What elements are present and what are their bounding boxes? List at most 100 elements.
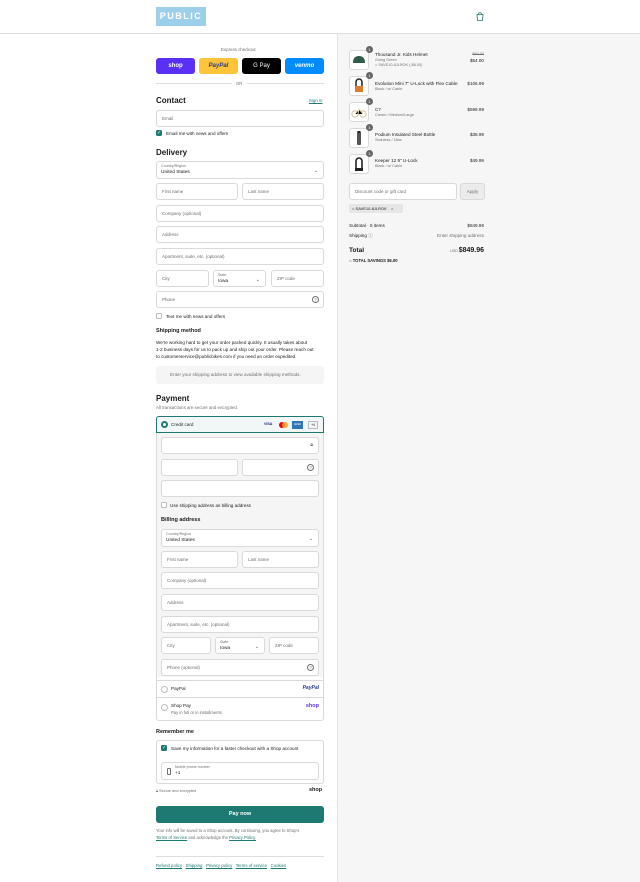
cart-item-variant: Cream / Medium/Large: [375, 113, 414, 117]
billing-first-name-field[interactable]: First name: [161, 551, 238, 568]
shipping-note-line: We're working hard to get your order pac…: [156, 340, 308, 345]
shipping-note-line: to customerservice@publicbikes.com if yo…: [156, 354, 297, 359]
help-icon[interactable]: ?: [307, 664, 314, 671]
billing-phone-field[interactable]: Phone (optional) ?: [161, 659, 319, 676]
state-select[interactable]: State Iowa ⌄: [213, 270, 266, 287]
currency-code: USD: [450, 249, 459, 253]
cart-item-name: C7: [375, 107, 381, 112]
shipping-value: Enter shipping address: [437, 233, 484, 238]
product-image-keeper-lock: [349, 154, 369, 174]
tag-icon: ⌂: [352, 206, 355, 211]
billing-address-heading: Billing address: [161, 517, 201, 523]
email-news-checkbox[interactable]: ✓: [156, 130, 162, 136]
venmo-button[interactable]: venmo: [285, 58, 324, 74]
paypal-option[interactable]: PayPal PayPal: [157, 680, 323, 697]
help-icon: ⓘ: [368, 233, 373, 238]
privacy-policy-link[interactable]: Privacy policy: [206, 863, 232, 868]
delivery-heading: Delivery: [156, 148, 188, 157]
discount-code-field[interactable]: Discount code or gift card: [349, 183, 457, 200]
credit-card-option[interactable]: Credit card VISA AMEX +4: [156, 416, 324, 433]
shop-logo: shop: [309, 787, 323, 793]
product-image-ulock: [349, 76, 369, 96]
shopping-bag-icon[interactable]: [476, 12, 484, 21]
divider: [247, 83, 324, 84]
first-name-field[interactable]: First name: [156, 183, 238, 200]
email-news-label: Email me with news and offers: [166, 131, 229, 136]
address-field[interactable]: Address: [156, 226, 324, 243]
remove-discount-icon[interactable]: ×: [391, 206, 393, 211]
more-cards-badge: +4: [308, 421, 318, 429]
cart-item-variant: Going Green: [375, 58, 397, 62]
divider: [156, 83, 232, 84]
shop-pay-button[interactable]: shop: [156, 58, 195, 74]
pay-now-button[interactable]: Pay now: [156, 806, 324, 823]
radio-icon: [161, 686, 168, 693]
chevron-down-icon: ⌄: [313, 168, 318, 174]
billing-last-name-field[interactable]: Last name: [242, 551, 319, 568]
store-logo[interactable]: PUBLIC: [156, 7, 206, 26]
legal-text-line: Terms of Service and acknowledge the Pri…: [156, 835, 257, 840]
city-field[interactable]: City: [156, 270, 209, 287]
cart-item-variant: Black / w/ Cable: [375, 87, 403, 91]
paypal-logo: PayPal: [302, 685, 319, 691]
payment-subtitle: All transactions are secure and encrypte…: [156, 405, 239, 410]
terms-of-service-link[interactable]: Terms of service: [236, 863, 267, 868]
country-select[interactable]: Country/Region United States ⌄: [156, 161, 324, 179]
google-pay-button[interactable]: G Pay: [242, 58, 281, 74]
card-number-field[interactable]: 🔒︎: [161, 437, 319, 454]
billing-zip-field[interactable]: ZIP code: [269, 637, 319, 654]
text-news-checkbox[interactable]: [156, 313, 162, 319]
cart-item-price: $106.99: [467, 81, 484, 86]
privacy-policy-link[interactable]: Privacy Policy.: [229, 835, 256, 840]
paypal-button[interactable]: PayPal: [199, 58, 238, 74]
radio-selected-icon: [161, 421, 168, 428]
cart-item-name: Evolution Mini 7" U-Lock with Flex Cable: [375, 81, 458, 86]
shipping-methods-placeholder: Enter your shipping address to view avai…: [156, 366, 324, 384]
cart-item-name: Keeper 12 9" U-Lock: [375, 158, 418, 163]
expiration-field[interactable]: [161, 459, 238, 476]
amex-icon: AMEX: [292, 421, 303, 429]
express-checkout-title: Express checkout: [221, 47, 256, 52]
header: PUBLIC: [0, 0, 640, 34]
sign-in-link[interactable]: Sign in: [309, 98, 322, 103]
terms-of-service-link[interactable]: Terms of Service: [156, 835, 187, 840]
security-code-field[interactable]: ?: [242, 459, 319, 476]
apartment-field[interactable]: Apartment, suite, etc. (optional): [156, 248, 324, 265]
zip-field[interactable]: ZIP code: [271, 270, 324, 287]
help-icon[interactable]: ?: [307, 464, 314, 471]
mobile-phone-field[interactable]: Mobile phone number +1: [161, 762, 319, 780]
phone-field[interactable]: Phone ?: [156, 291, 324, 308]
billing-city-field[interactable]: City: [161, 637, 211, 654]
quantity-badge: 1: [366, 46, 373, 53]
save-info-checkbox[interactable]: ✓: [161, 745, 167, 751]
billing-country-select[interactable]: Country/Region United States ⌄: [161, 529, 319, 547]
tag-icon: ⌂: [375, 63, 378, 67]
quantity-badge: 1: [366, 72, 373, 79]
chevron-down-icon: ⌄: [255, 277, 260, 283]
email-field[interactable]: Email: [156, 110, 324, 127]
company-field[interactable]: Company (optional): [156, 205, 324, 222]
use-shipping-checkbox[interactable]: [161, 502, 167, 508]
name-on-card-field[interactable]: [161, 480, 319, 497]
help-icon[interactable]: ?: [312, 296, 319, 303]
shipping-link[interactable]: Shipping: [186, 863, 203, 868]
shipping-method-heading: Shipping method: [156, 328, 201, 334]
billing-apartment-field[interactable]: Apartment, suite, etc. (optional): [161, 616, 319, 633]
billing-address-field[interactable]: Address: [161, 594, 319, 611]
contact-heading: Contact: [156, 96, 186, 105]
or-divider-label: OR: [236, 81, 243, 86]
shipping-label: Shipping ⓘ: [349, 233, 373, 238]
refund-policy-link[interactable]: Refund policy: [156, 863, 182, 868]
cookies-link[interactable]: Cookies: [271, 863, 287, 868]
apply-discount-button[interactable]: Apply: [460, 183, 485, 200]
cart-item-variant: Stainless / 18oz: [375, 138, 402, 142]
billing-company-field[interactable]: Company (optional): [161, 572, 319, 589]
billing-state-select[interactable]: State Iowa ⌄: [215, 637, 265, 654]
shop-logo: shop: [305, 703, 319, 709]
use-shipping-label: Use shipping address as billing address: [170, 503, 251, 508]
cart-item-price: $54.00: [469, 58, 484, 63]
cart-item-name: Thousand Jr. Kids Helmet: [375, 52, 428, 57]
product-image-helmet: [349, 50, 369, 70]
shop-pay-option[interactable]: Shop Pay Pay in full or in installments …: [157, 697, 323, 720]
last-name-field[interactable]: Last name: [242, 183, 324, 200]
